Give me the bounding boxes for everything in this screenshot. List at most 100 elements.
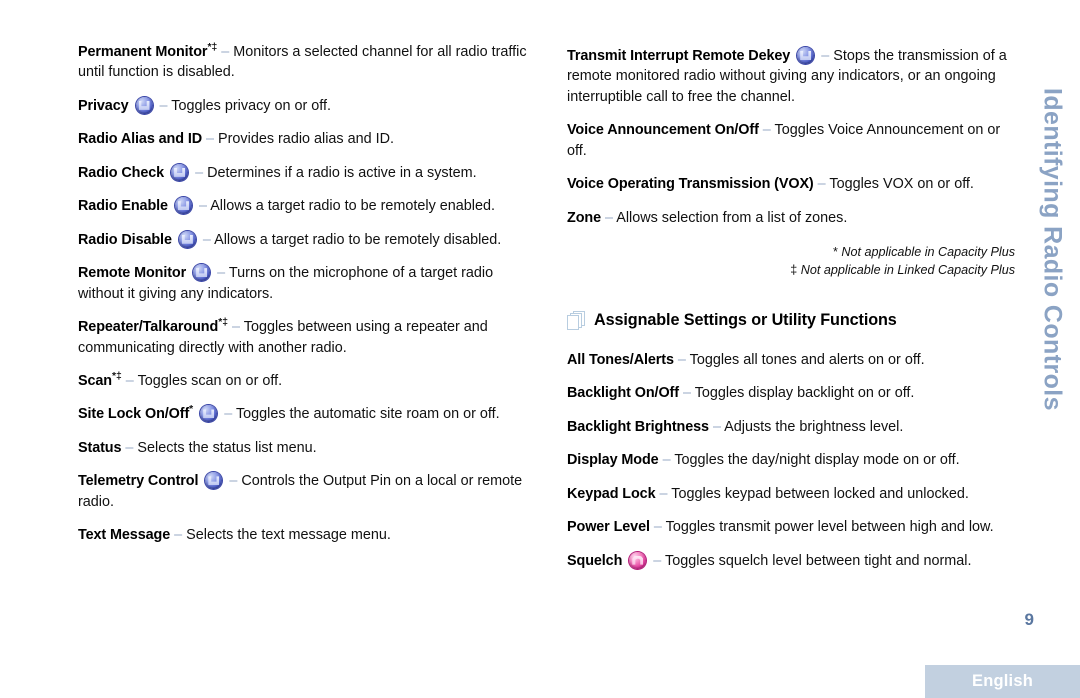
function-entry: Text Message – Selects the text message … [78,525,530,545]
en-dash-separator: – [677,351,686,368]
function-name: Telemetry Control [78,473,199,490]
function-entry: Scan*‡ – Toggles scan on or off. [78,371,530,391]
function-entry: Radio Enable – Allows a target radio to … [78,196,530,216]
function-name: Radio Enable [78,198,168,215]
en-dash-separator: – [217,265,226,282]
function-description: Determines if a radio is active in a sys… [207,164,477,181]
function-entry: Radio Disable – Allows a target radio to… [78,230,530,250]
section-title: Assignable Settings or Utility Functions [594,310,897,329]
function-name: Backlight Brightness [567,418,709,435]
pink-round-button-icon [629,551,647,569]
footnote-text: Not applicable in Capacity Plus [841,245,1015,260]
function-entry: Telemetry Control – Controls the Output … [78,471,530,512]
function-description: Toggles the automatic site roam on or of… [235,406,500,423]
function-entry: Display Mode – Toggles the day/night dis… [567,450,1015,470]
en-dash-separator: – [125,439,134,456]
function-description: Allows a target radio to be remotely dis… [214,231,502,248]
blue-round-button-icon [193,264,211,282]
function-entry: Zone – Allows selection from a list of z… [567,208,1015,228]
function-name: Remote Monitor [78,265,187,282]
function-entry: Remote Monitor – Turns on the microphone… [78,263,530,304]
function-entry: Site Lock On/Off* – Toggles the automati… [78,404,530,424]
function-name: Radio Alias and ID [78,131,203,148]
en-dash-separator: – [604,209,613,226]
function-description: Toggles the day/night display mode on or… [674,452,960,469]
right-column-entry-list-bottom: All Tones/Alerts – Toggles all tones and… [567,350,1015,571]
blue-round-button-icon [797,47,815,64]
function-name: Repeater/Talkaround [78,319,219,336]
en-dash-separator: – [195,164,204,181]
footnote-marker: * [189,404,194,416]
function-description: Toggles display backlight on or off. [694,385,915,402]
function-entry: Backlight Brightness – Adjusts the brigh… [567,417,1015,437]
function-entry: Squelch – Toggles squelch level between … [567,551,1015,571]
blue-round-button-icon [200,405,218,423]
function-entry: Voice Announcement On/Off – Toggles Voic… [567,120,1015,161]
function-name: Transmit Interrupt Remote Dekey [567,48,791,64]
left-column-entry-list: Permanent Monitor*‡ – Monitors a selecte… [78,42,530,546]
function-description: Selects the status list menu. [137,439,317,456]
language-bar: English [925,665,1080,698]
function-name: Radio Check [78,164,165,181]
function-description: Toggles privacy on or off. [171,97,331,114]
en-dash-separator: – [159,97,168,114]
side-tab: Identifying Radio Controls [1030,88,1074,418]
function-name: Backlight On/Off [567,385,679,402]
function-entry: All Tones/Alerts – Toggles all tones and… [567,350,1015,370]
function-description: Toggles scan on or off. [137,372,283,389]
function-name: Display Mode [567,452,659,469]
right-column-entry-list-top: Transmit Interrupt Remote Dekey – Stops … [567,46,1015,228]
function-entry: Keypad Lock – Toggles keypad between loc… [567,484,1015,504]
function-name: Text Message [78,527,171,544]
footnote-marker: *‡ [218,317,228,329]
function-name: Status [78,439,122,456]
function-description: Toggles squelch level between tight and … [665,552,972,569]
function-entry: Radio Check – Determines if a radio is a… [78,163,530,183]
blue-round-button-icon [205,472,223,490]
blue-round-button-icon [178,230,196,248]
function-name: All Tones/Alerts [567,351,674,368]
en-dash-separator: – [662,452,671,469]
footnote-text: Not applicable in Linked Capacity Plus [800,262,1015,277]
footnote-marker: *‡ [207,42,218,54]
footnote-item: * Not applicable in Capacity Plus [567,244,1015,261]
function-name: Permanent Monitor [78,44,208,60]
function-name: Power Level [567,519,650,536]
function-name: Scan [78,372,112,389]
en-dash-separator: – [125,372,134,389]
en-dash-separator: – [231,319,240,336]
stacked-pages-icon [567,310,585,330]
footnote-item: ‡ Not applicable in Linked Capacity Plus [567,262,1015,279]
function-name: Privacy [78,97,129,114]
function-entry: Voice Operating Transmission (VOX) – Tog… [567,174,1015,194]
footnote-mark: ‡ [790,262,798,277]
en-dash-separator: – [653,552,662,569]
section-heading: Assignable Settings or Utility Functions [567,309,1015,332]
function-description: Allows a target radio to be remotely ena… [210,198,495,215]
en-dash-separator: – [821,48,830,64]
function-name: Zone [567,209,601,226]
function-entry: Radio Alias and ID – Provides radio alia… [78,129,530,149]
function-name: Site Lock On/Off [78,406,190,423]
manual-page: Permanent Monitor*‡ – Monitors a selecte… [0,0,1080,698]
function-entry: Permanent Monitor*‡ – Monitors a selecte… [78,42,530,83]
en-dash-separator: – [817,176,826,193]
en-dash-separator: – [206,131,215,148]
function-name: Voice Announcement On/Off [567,122,759,139]
en-dash-separator: – [202,231,211,248]
function-name: Radio Disable [78,231,172,248]
side-tab-label: Identifying Radio Controls [1038,88,1067,411]
function-entry: Status – Selects the status list menu. [78,438,530,458]
en-dash-separator: – [198,198,207,215]
blue-round-button-icon [171,163,189,181]
en-dash-separator: – [229,473,238,490]
page-number: 9 [1024,610,1034,629]
function-description: Provides radio alias and ID. [218,131,395,148]
en-dash-separator: – [221,44,230,60]
en-dash-separator: – [762,122,771,139]
en-dash-separator: – [712,418,721,435]
blue-round-button-icon [135,96,153,114]
function-entry: Privacy – Toggles privacy on or off. [78,96,530,116]
function-description: Allows selection from a list of zones. [616,209,848,226]
function-name: Squelch [567,552,623,569]
